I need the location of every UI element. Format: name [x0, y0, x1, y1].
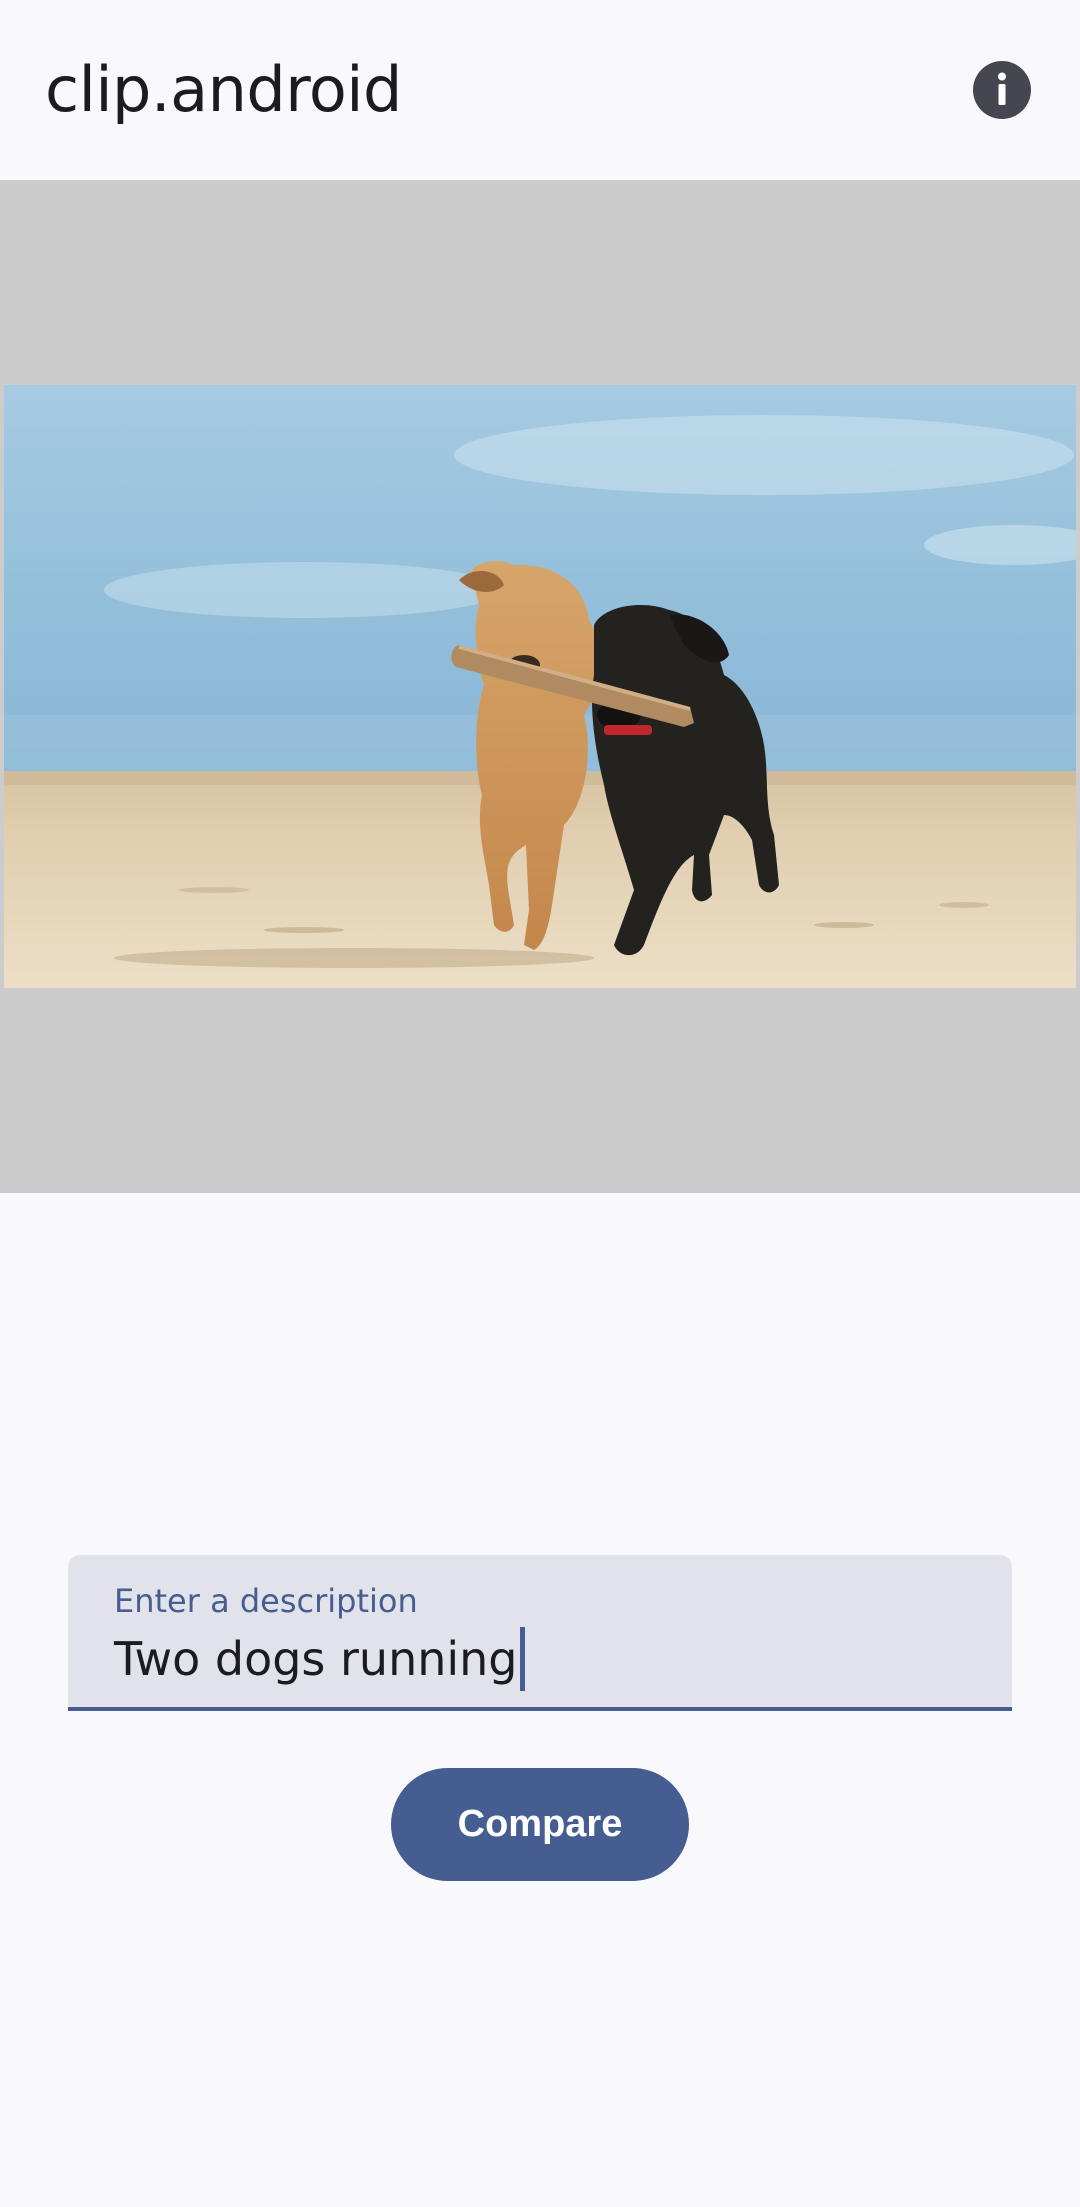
description-input-value: Two dogs running [114, 1632, 518, 1686]
description-input[interactable]: Two dogs running [114, 1627, 525, 1691]
description-field-label: Enter a description [114, 1582, 418, 1620]
info-icon [998, 72, 1006, 105]
top-app-bar: clip.android [0, 0, 1080, 180]
info-button[interactable] [973, 61, 1031, 119]
compare-button[interactable]: Compare [391, 1768, 689, 1881]
description-field[interactable]: Enter a description Two dogs running [68, 1555, 1012, 1711]
text-cursor [519, 1627, 525, 1691]
app-title: clip.android [45, 53, 402, 126]
image-viewer[interactable] [0, 180, 1080, 1193]
dogs-photo [4, 385, 1076, 988]
app-screen: clip.android Enter a description Two dog… [0, 0, 1080, 2207]
